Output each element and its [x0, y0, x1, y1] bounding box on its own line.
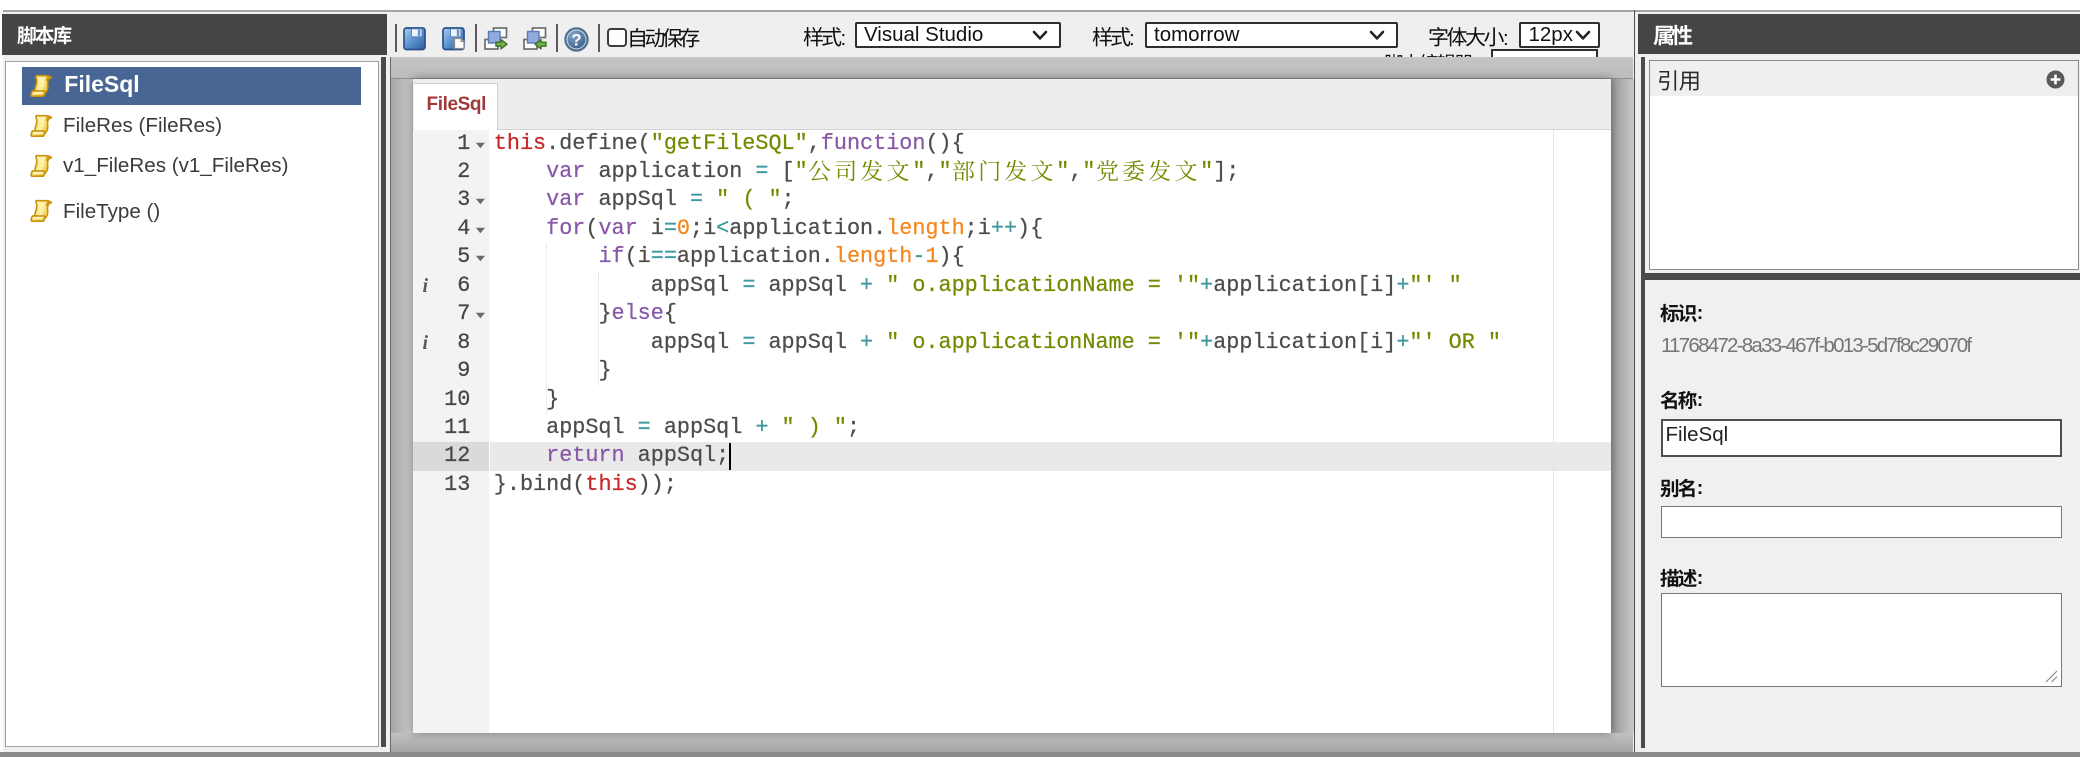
svg-text:?: ? — [571, 31, 581, 49]
